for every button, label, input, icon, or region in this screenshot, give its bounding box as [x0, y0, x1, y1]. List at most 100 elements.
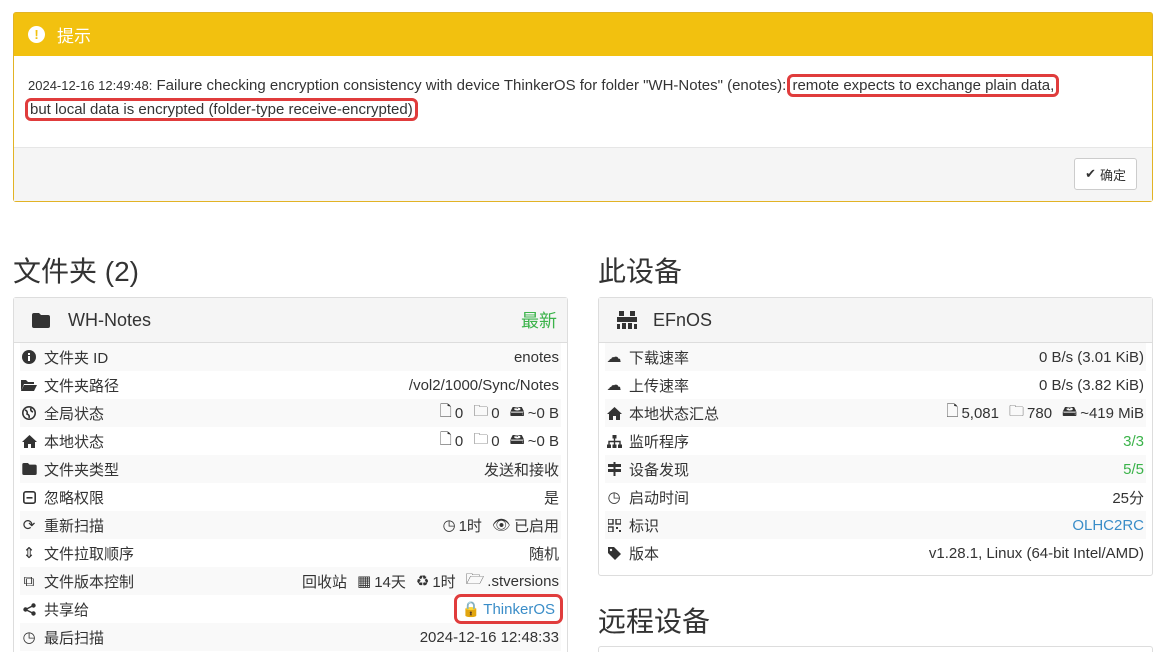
row-value: 0 B/s (3.82 KiB) — [1038, 376, 1144, 394]
remote-device-panel[interactable] — [598, 646, 1153, 652]
row-versioning: ⧉ 文件版本控制 回收站 ▦ 14天 ♻ 1时 🗁 .stversions — [20, 567, 561, 595]
hdd-icon: 🖴 — [509, 402, 525, 420]
row-global-state: 全局状态 🗋 0 🗀 0 🖴 ~0 B — [20, 399, 561, 427]
file-count: 🗋 5,081 — [946, 401, 999, 426]
row-label: 文件夹 ID — [44, 349, 109, 367]
folder-outline-icon: 🗀 — [473, 402, 489, 420]
row-local-summary: 本地状态汇总 🗋 5,081 🗀 780 🖴 ~419 MiB — [605, 399, 1146, 427]
row-value: 是 — [543, 489, 559, 507]
row-local-state: 本地状态 🗋 0 🗀 0 🖴 ~0 B — [20, 427, 561, 455]
hdd-icon: 🖴 — [1062, 402, 1078, 420]
row-label: 设备发现 — [629, 461, 690, 479]
row-identification: 标识 OLHC2RC — [605, 511, 1146, 539]
row-discovery: 设备发现 5/5 — [605, 455, 1146, 483]
row-rescan: ⟳ 重新扫描 ◷ 1时 👁 已启用 — [20, 511, 561, 539]
row-value: 0 B/s (3.01 KiB) — [1038, 348, 1144, 366]
ok-button[interactable]: ✔ 确定 — [1074, 158, 1137, 190]
lock-icon: 🔒 — [461, 601, 481, 618]
row-label: 标识 — [629, 517, 660, 535]
folder-name: WH-Notes — [68, 309, 152, 330]
recycle-icon: ♻ — [415, 573, 430, 590]
row-value: 随机 — [528, 545, 559, 563]
row-value: 3/3 — [1123, 432, 1144, 450]
copy-icon: ⧉ — [23, 572, 35, 590]
device-panel-header[interactable]: EFnOS — [599, 298, 1152, 343]
shared-device-link[interactable]: 🔒 ThinkerOS — [453, 594, 564, 624]
row-value: /vol2/1000/Sync/Notes — [408, 376, 559, 394]
folders-heading: 文件夹 (2) — [13, 256, 140, 287]
device-id-link[interactable]: OLHC2RC — [1072, 517, 1144, 534]
folder-panel-header[interactable]: WH-Notes 最新 — [14, 298, 567, 343]
alert-title: 提示 — [57, 27, 91, 46]
signpost-icon — [605, 462, 623, 476]
row-label: 文件夹路径 — [44, 377, 120, 395]
row-label: 版本 — [629, 545, 660, 563]
keep-duration: ▦ 14天 — [357, 573, 406, 591]
alert-message: 2024-12-16 12:49:48: Failure checking en… — [14, 56, 1152, 148]
row-label: 全局状态 — [44, 405, 105, 423]
alert-dialog: ! 提示 2024-12-16 12:49:48: Failure checki… — [13, 12, 1153, 202]
dir-count: 🗀 0 — [473, 429, 499, 454]
dir-count: 🗀 0 — [473, 401, 499, 426]
folder-outline-icon: 🗀 — [473, 430, 489, 448]
alert-header: ! 提示 — [14, 13, 1152, 56]
row-label: 下载速率 — [629, 349, 690, 367]
folder-details: 文件夹 ID enotes 文件夹路径 /vol2/1000/Sync/Note… — [14, 343, 567, 651]
folder-open-icon: 🗁 — [465, 570, 485, 588]
row-folder-path: 文件夹路径 /vol2/1000/Sync/Notes — [20, 371, 561, 399]
device-panel: EFnOS ☁ 下载速率 0 B/s (3.01 KiB) ☁ 上传速率 0 B… — [598, 297, 1153, 576]
qrcode-icon — [605, 518, 623, 532]
file-count: 🗋 0 — [440, 401, 463, 426]
info-icon — [20, 350, 38, 364]
row-label: 本地状态 — [44, 433, 105, 451]
home-icon — [605, 406, 623, 420]
rescan-interval: ◷ 1时 — [442, 517, 482, 535]
row-value: v1.28.1, Linux (64-bit Intel/AMD) — [928, 544, 1144, 562]
file-icon: 🗋 — [439, 402, 452, 420]
row-label: 忽略权限 — [44, 489, 105, 507]
device-name: EFnOS — [653, 309, 713, 330]
sort-icon: ⇕ — [22, 545, 36, 562]
clock-icon: ◷ — [607, 489, 621, 506]
this-device-heading: 此设备 — [598, 256, 683, 287]
row-uptime: ◷ 启动时间 25分 — [605, 483, 1146, 511]
row-value: 发送和接收 — [483, 461, 559, 479]
clock-icon: ◷ — [442, 517, 456, 534]
row-value: 2024-12-16 12:48:33 — [419, 628, 559, 646]
row-version: 版本 v1.28.1, Linux (64-bit Intel/AMD) — [605, 539, 1146, 567]
row-label: 文件版本控制 — [44, 573, 135, 591]
folder-outline-icon: 🗀 — [1009, 402, 1025, 420]
row-upload-rate: ☁ 上传速率 0 B/s (3.82 KiB) — [605, 371, 1146, 399]
folder-panel: WH-Notes 最新 文件夹 ID enotes 文件夹路径 /vol2/10… — [13, 297, 568, 652]
alert-footer: ✔ 确定 — [14, 147, 1152, 201]
cloud-upload-icon: ☁ — [606, 377, 622, 394]
alert-timestamp: 2024-12-16 12:49:48: — [28, 78, 153, 93]
sitemap-icon — [605, 434, 623, 448]
version-type: 回收站 — [302, 573, 348, 591]
alert-highlight-2: but local data is encrypted (folder-type… — [25, 98, 418, 121]
row-value: 5/5 — [1123, 460, 1144, 478]
square-minus-icon — [20, 490, 38, 504]
globe-icon — [20, 406, 38, 420]
row-pull-order: ⇕ 文件拉取顺序 随机 — [20, 539, 561, 567]
device-details: ☁ 下载速率 0 B/s (3.01 KiB) ☁ 上传速率 0 B/s (3.… — [599, 343, 1152, 567]
row-label: 重新扫描 — [44, 517, 105, 535]
home-icon — [20, 434, 38, 448]
watcher-status: 👁 已启用 — [491, 517, 559, 535]
row-folder-type: 文件夹类型 发送和接收 — [20, 455, 561, 483]
row-label: 共享给 — [44, 601, 90, 619]
row-shared-with: 共享给 🔒 ThinkerOS — [20, 594, 564, 624]
row-label: 监听程序 — [629, 433, 690, 451]
row-value: enotes — [513, 348, 559, 366]
refresh-icon: ⟳ — [22, 517, 36, 534]
size-value: 🖴 ~0 B — [510, 401, 559, 426]
exclamation-icon: ! — [28, 26, 45, 43]
size-value: 🖴 ~419 MiB — [1062, 401, 1144, 426]
tag-icon — [605, 546, 623, 560]
folder-status: 最新 — [521, 311, 557, 331]
remote-devices-heading: 远程设备 — [598, 606, 711, 637]
folder-icon — [32, 312, 52, 328]
eye-icon: 👁 — [491, 517, 511, 534]
row-last-scan: ◷ 最后扫描 2024-12-16 12:48:33 — [20, 623, 561, 651]
identicon-icon — [617, 311, 637, 329]
